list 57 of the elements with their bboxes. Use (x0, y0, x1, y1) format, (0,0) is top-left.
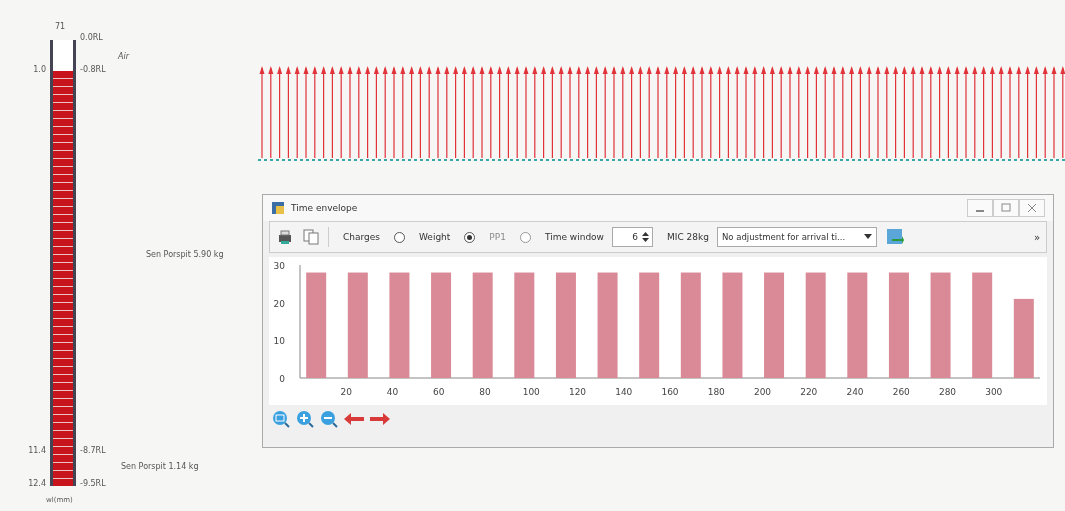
y-tick-label: 0 (279, 374, 285, 384)
adjustment-dropdown[interactable]: No adjustment for arrival ti... (716, 227, 877, 247)
option-label: Weight (419, 232, 451, 242)
time-window-field[interactable]: 6 (612, 227, 653, 247)
x-tick-label: 20 (340, 387, 352, 397)
x-tick-label: 260 (892, 387, 910, 397)
x-tick-label: 180 (707, 387, 725, 397)
close-button[interactable] (1019, 199, 1045, 217)
minimize-icon (975, 210, 985, 212)
annotation-label: Sen Porspit 5.90 kg (146, 250, 224, 259)
x-tick-label: 120 (568, 387, 587, 397)
y-tick-label: 30 (273, 261, 285, 271)
depth-label: 1.0 (32, 65, 46, 74)
zoom-out-icon[interactable] (319, 409, 339, 429)
option-label: PP1 (489, 232, 506, 242)
level-label: -9.5RL (80, 479, 106, 488)
window-title: Time envelope (291, 203, 358, 213)
spin-arrows-icon[interactable] (642, 231, 649, 243)
level-label: 0.0RL (80, 33, 103, 42)
level-label: -8.7RL (80, 446, 106, 455)
zoom-fit-icon[interactable] (271, 409, 291, 429)
depth-label: 12.4 (27, 479, 46, 488)
level-label: -0.8RL (80, 65, 106, 74)
x-tick-label: 300 (985, 387, 1003, 397)
left-arrow-icon[interactable] (343, 412, 365, 426)
window-icon (271, 201, 285, 215)
right-arrow-icon[interactable] (369, 412, 391, 426)
gauge-top-label: 71 (55, 22, 66, 31)
depth-label: 11.4 (27, 446, 46, 455)
close-icon (1027, 203, 1037, 213)
caret-icon (863, 234, 872, 240)
x-tick-label: 80 (479, 387, 491, 397)
minimize-button[interactable] (967, 199, 993, 217)
x-tick-label: 240 (846, 387, 864, 397)
print-icon[interactable] (276, 228, 294, 246)
annotation-label: Air (118, 52, 129, 61)
radio-button[interactable] (394, 231, 405, 243)
x-tick-label: 160 (661, 387, 679, 397)
x-tick-label: 280 (938, 387, 957, 397)
y-tick-label: 10 (273, 336, 285, 347)
y-tick-label: 20 (273, 298, 285, 309)
x-tick-label: 200 (753, 387, 772, 397)
mic-label: MIC 28kg (667, 232, 709, 242)
x-tick-label: 220 (800, 387, 818, 397)
x-tick-label: 60 (433, 387, 445, 397)
radio-button[interactable] (464, 231, 476, 243)
copy-icon[interactable] (302, 228, 320, 246)
annotation-label: Sen Porspit 1.14 kg (121, 462, 199, 471)
x-tick-label: 140 (615, 387, 633, 397)
x-tick-label: 100 (522, 387, 540, 397)
time-window-label: Time window (544, 232, 604, 242)
overflow-chevron[interactable]: » (1033, 231, 1040, 243)
export-icon[interactable] (884, 227, 905, 247)
zoom-in-icon[interactable] (295, 409, 315, 429)
x-tick-label: 40 (386, 387, 399, 397)
maximize-icon (1001, 203, 1011, 213)
option-label: Charges (343, 232, 380, 242)
